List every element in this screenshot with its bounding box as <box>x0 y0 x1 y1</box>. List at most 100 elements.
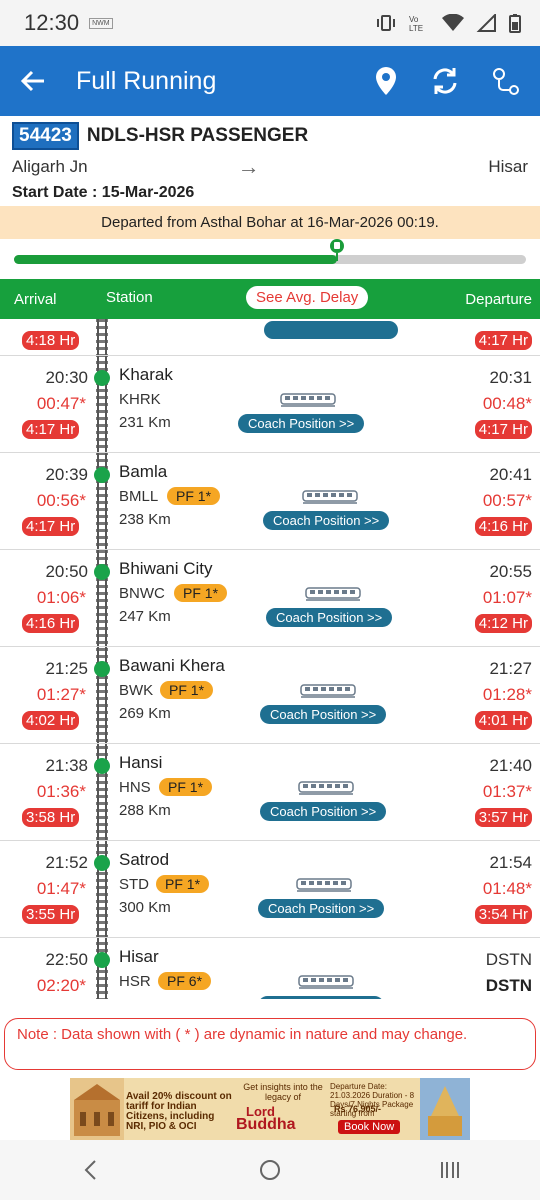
coach-position-button[interactable]: Coach Position >> <box>258 996 385 999</box>
arrival-hours-badge: 3:55 Hr <box>22 905 80 924</box>
arrival-hours-badge: 4:18 Hr <box>22 331 80 350</box>
arrival-hours-badge: 4:17 Hr <box>22 420 80 439</box>
arrival-hours-badge: 3:58 Hr <box>22 808 80 827</box>
back-arrow-icon[interactable] <box>20 69 46 93</box>
signal-icon <box>476 14 496 32</box>
header-station: Station <box>106 289 153 306</box>
station-status-dot <box>94 952 110 968</box>
nav-recents-button[interactable] <box>420 1150 480 1190</box>
header-arrival: Arrival <box>14 291 57 308</box>
arrival-delay: 01:36* <box>36 782 86 801</box>
departure-time: 21:27 <box>489 659 532 678</box>
battery-icon <box>509 14 521 33</box>
dynamic-data-note: Note : Data shown with ( * ) are dynamic… <box>4 1018 536 1070</box>
arrival-time: 21:52 <box>45 853 88 872</box>
arrival-hours-badge: 4:02 Hr <box>22 711 80 730</box>
svg-text:Vo: Vo <box>409 15 419 24</box>
route-to: Hisar <box>488 157 528 176</box>
train-marker-icon <box>329 239 344 261</box>
platform-badge: PF 1* <box>174 584 228 602</box>
wifi-icon <box>442 14 464 31</box>
departure-hours-badge: 3:57 Hr <box>474 808 532 827</box>
volte-icon: VoLTE <box>409 15 423 32</box>
arrival-time: 20:30 <box>45 368 88 387</box>
nav-recents-icon <box>441 1162 459 1178</box>
progress-track <box>14 255 526 264</box>
train-title-row: 54423 NDLS-HSR PASSENGER <box>12 122 528 150</box>
partial-station-card: 4:18 Hr 4:17 Hr <box>0 319 540 356</box>
station-list[interactable]: 4:18 Hr 4:17 Hr 20:30 00:47* 4:17 Hr Kharak… <box>0 319 540 999</box>
nav-back-button[interactable] <box>60 1150 120 1190</box>
platform-badge: PF 6* <box>158 972 212 990</box>
status-time: 12:30 <box>24 10 80 35</box>
station-card[interactable]: 21:52 01:47* 3:55 Hr Satrod STD PF 1* 300 Km Co… <box>0 841 540 938</box>
coach-position-button[interactable]: Coach Position >> <box>260 802 387 821</box>
station-code: KHRK <box>119 391 161 408</box>
train-coach-icon <box>302 490 358 504</box>
coach-position-button[interactable]: Coach Position >> <box>266 608 393 627</box>
status-bar: 12:30 NWM Vo LTE <box>0 0 540 46</box>
station-card[interactable]: 21:25 01:27* 4:02 Hr Bawani Khera BWK PF 1* 26… <box>0 647 540 744</box>
departure-hours-badge: 4:17 Hr <box>474 331 532 350</box>
train-coach-icon <box>296 878 352 892</box>
system-nav-bar <box>0 1140 540 1200</box>
station-card[interactable]: 20:50 01:06* 4:16 Hr Bhiwani City BNWC PF 1* 2… <box>0 550 540 647</box>
train-number: 54423 <box>12 122 79 150</box>
page-title: Full Running <box>76 66 217 95</box>
departure-delay: 01:48* <box>482 879 532 898</box>
appbar-actions <box>374 66 520 96</box>
station-distance: 288 Km <box>119 802 171 819</box>
departure-hours-badge: 4:01 Hr <box>474 711 532 730</box>
train-coach-icon <box>305 587 361 601</box>
nav-back-icon <box>84 1160 96 1180</box>
departed-banner: Departed from Asthal Bohar at 16-Mar-202… <box>0 206 540 239</box>
route-map-icon[interactable] <box>492 66 520 96</box>
coach-position-button[interactable]: Coach Position >> <box>260 705 387 724</box>
departure-delay: 00:57* <box>482 491 532 510</box>
coach-position-button[interactable]: Coach Position >> <box>263 511 390 530</box>
status-right: Vo LTE <box>376 13 522 33</box>
station-code: BWK <box>119 682 154 699</box>
arrival-delay: 00:56* <box>36 491 86 510</box>
arrival-delay: 00:47* <box>36 394 86 413</box>
station-name: Hisar <box>119 947 159 966</box>
arrival-time: 21:38 <box>45 756 88 775</box>
refresh-icon[interactable] <box>430 66 460 96</box>
ad-buddha: Buddha <box>236 1116 296 1133</box>
notification-badge: NWM <box>89 17 113 29</box>
station-status-dot <box>94 855 110 871</box>
coach-position-button[interactable] <box>264 321 398 339</box>
station-card[interactable]: 22:5002:20*3:30 HrHisarHSRPF 6*311 KmCoa… <box>0 938 540 999</box>
departure-delay: 01:28* <box>482 685 532 704</box>
station-card[interactable]: 20:39 00:56* 4:17 Hr Bamla BMLL PF 1* 238 Km Co… <box>0 453 540 550</box>
train-info: 54423 NDLS-HSR PASSENGER Aligarh Jn → Hi… <box>0 116 540 202</box>
see-avg-delay-button[interactable]: See Avg. Delay <box>246 286 369 309</box>
nav-home-button[interactable] <box>240 1150 300 1190</box>
station-card[interactable]: 21:38 01:36* 3:58 Hr Hansi HNS PF 1* 288 Km Coa… <box>0 744 540 841</box>
arrival-delay: 02:20* <box>36 976 86 995</box>
coach-position-button[interactable]: Coach Position >> <box>258 899 385 918</box>
train-coach-icon <box>300 684 356 698</box>
departure-time: 20:41 <box>489 465 532 484</box>
departure-hours-badge: 4:12 Hr <box>474 614 532 633</box>
station-name: Kharak <box>119 365 173 384</box>
svg-text:LTE: LTE <box>409 24 423 32</box>
station-distance: 247 Km <box>119 608 171 625</box>
nav-home-icon <box>260 1160 280 1180</box>
book-now-button[interactable]: Book Now <box>338 1120 401 1134</box>
departure-time: 21:54 <box>489 853 532 872</box>
column-header: Arrival Station See Avg. Delay Departure <box>0 279 540 319</box>
departure-time: 20:55 <box>489 562 532 581</box>
departure-delay: 01:37* <box>482 782 532 801</box>
station-card[interactable]: 20:30 00:47* 4:17 Hr Kharak KHRK 231 Km Coach … <box>0 356 540 453</box>
route-from: Aligarh Jn <box>12 157 88 176</box>
station-code: BMLL <box>119 488 159 505</box>
palace-image-icon <box>70 1078 124 1140</box>
location-pin-icon[interactable] <box>374 66 398 96</box>
departure-time: 20:31 <box>489 368 532 387</box>
temple-image-icon <box>420 1078 470 1140</box>
station-code: HSR <box>119 973 151 990</box>
ad-banner[interactable]: Avail 20% discount on tariff for Indian … <box>70 1078 470 1140</box>
coach-position-button[interactable]: Coach Position >> <box>238 414 365 433</box>
arrival-time: 22:50 <box>45 950 88 969</box>
